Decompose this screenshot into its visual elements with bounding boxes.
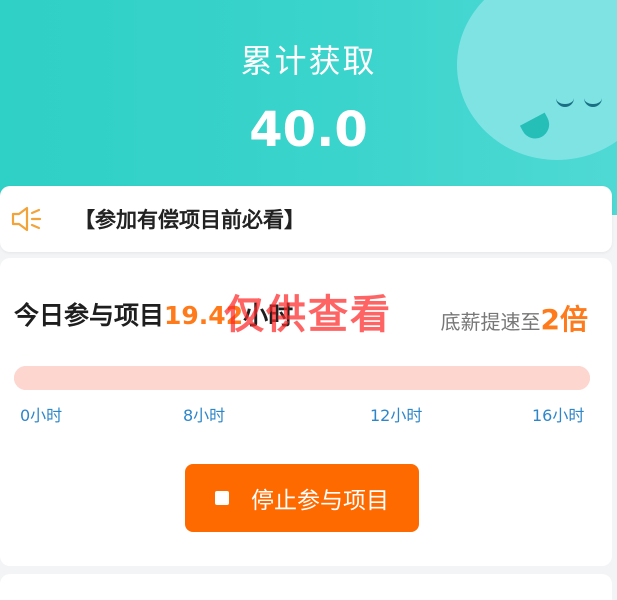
watermark-text: 仅供查看 — [224, 292, 392, 338]
today-prefix: 今日参与项目 — [14, 301, 165, 330]
speed-value: 2倍 — [540, 303, 588, 336]
progress-track — [14, 366, 590, 390]
speed-prefix: 底薪提速至 — [440, 310, 541, 334]
notice-text: 【参加有偿项目前必看】 — [74, 208, 305, 232]
speed-info: 底薪提速至2倍 — [441, 298, 588, 338]
notice-banner[interactable]: 【参加有偿项目前必看】 — [0, 186, 612, 252]
progress-fill — [14, 366, 590, 390]
project-card: 今日参与项目19.42小时 底薪提速至2倍 仅供查看 0小时 8小时 12小时 … — [0, 258, 612, 566]
next-card — [0, 574, 612, 600]
total-earned-title: 累计获取 — [240, 42, 377, 80]
stop-icon — [215, 491, 229, 505]
tick-label-16: 16小时 — [532, 406, 585, 425]
total-earned-value: 40.0 — [249, 102, 368, 158]
stop-button-label: 停止参与项目 — [251, 488, 389, 514]
tick-label-12: 12小时 — [370, 406, 423, 425]
speaker-icon — [11, 206, 42, 232]
earnings-header: 累计获取 40.0 — [0, 0, 617, 215]
stop-project-button[interactable]: 停止参与项目 — [185, 464, 419, 532]
tick-label-0: 0小时 — [20, 406, 63, 425]
tick-label-8: 8小时 — [183, 406, 226, 425]
